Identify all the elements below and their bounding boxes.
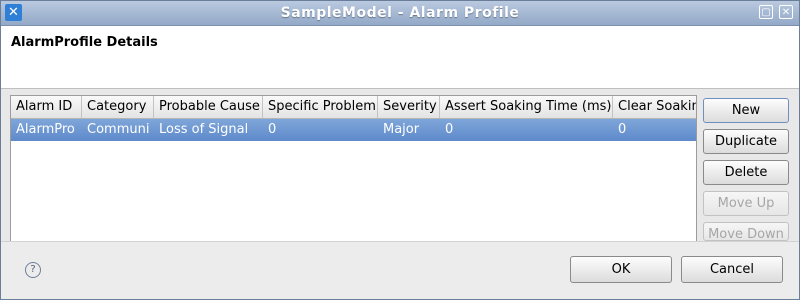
delete-button[interactable]: Delete — [703, 160, 789, 185]
cell-clear-soaking[interactable]: 0 — [613, 119, 696, 141]
move-up-button[interactable]: Move Up — [703, 191, 789, 216]
column-header-clear-soaking[interactable]: Clear Soaking — [613, 96, 696, 118]
column-header-probable-cause[interactable]: Probable Cause — [154, 96, 263, 118]
dialog-window: ✕ SampleModel - Alarm Profile ▢ ✕ AlarmP… — [0, 0, 800, 300]
dialog-footer: ? OK Cancel — [1, 241, 799, 299]
ok-button[interactable]: OK — [570, 256, 672, 283]
column-header-alarm-id[interactable]: Alarm ID — [11, 96, 82, 118]
cell-assert-soaking-time[interactable]: 0 — [440, 119, 613, 141]
cell-severity[interactable]: Major — [378, 119, 440, 141]
cell-alarm-id[interactable]: AlarmPro — [11, 119, 82, 141]
column-header-severity[interactable]: Severity — [378, 96, 440, 118]
alarm-table[interactable]: Alarm ID Category Probable Cause Specifi… — [10, 95, 697, 243]
new-button[interactable]: New — [703, 98, 789, 123]
duplicate-button[interactable]: Duplicate — [703, 129, 789, 154]
page-title: AlarmProfile Details — [11, 35, 158, 50]
window-title: SampleModel - Alarm Profile — [280, 5, 520, 21]
column-header-category[interactable]: Category — [82, 96, 154, 118]
cell-category[interactable]: Communi — [82, 119, 154, 141]
title-bar[interactable]: ✕ SampleModel - Alarm Profile ▢ ✕ — [1, 1, 799, 26]
maximize-icon[interactable]: ▢ — [759, 5, 773, 19]
cancel-button[interactable]: Cancel — [681, 256, 783, 283]
table-header: Alarm ID Category Probable Cause Specifi… — [11, 96, 696, 119]
column-header-specific-problem[interactable]: Specific Problem — [263, 96, 378, 118]
cell-probable-cause[interactable]: Loss of Signal — [154, 119, 263, 141]
close-icon[interactable]: ✕ — [779, 5, 793, 19]
cell-specific-problem[interactable]: 0 — [263, 119, 378, 141]
column-header-assert-soaking-time[interactable]: Assert Soaking Time (ms) — [440, 96, 613, 118]
help-icon[interactable]: ? — [25, 262, 41, 278]
details-header: AlarmProfile Details — [1, 26, 799, 89]
move-down-button[interactable]: Move Down — [703, 222, 789, 242]
table-row[interactable]: AlarmPro Communi Loss of Signal 0 Major … — [11, 119, 696, 141]
